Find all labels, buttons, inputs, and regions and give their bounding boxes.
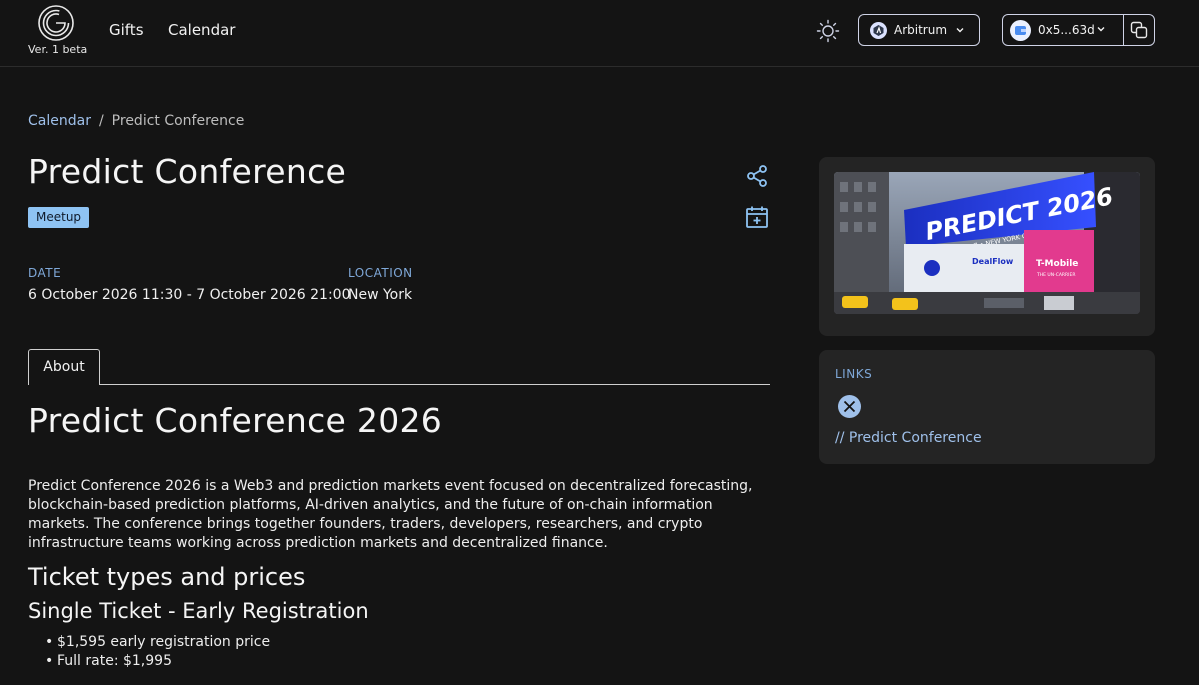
- about-title: Predict Conference 2026: [28, 401, 443, 440]
- list-item: $1,595 early registration price: [45, 633, 270, 652]
- version-label: Ver. 1 beta: [28, 43, 88, 56]
- ticket-type-heading: Single Ticket - Early Registration: [28, 599, 369, 623]
- event-image-card: PREDICT 2026 OCTOBER 6-7 • NEW YORK CITY…: [819, 157, 1155, 336]
- tab-about[interactable]: About: [28, 349, 100, 385]
- add-to-calendar-icon[interactable]: [745, 205, 769, 229]
- screen-text: DealFlow: [972, 257, 1014, 266]
- links-card: LINKS // Predict Conference: [819, 350, 1155, 464]
- logo-icon[interactable]: [37, 4, 75, 42]
- breadcrumb: Calendar / Predict Conference: [28, 113, 244, 129]
- wallet-button[interactable]: 0x5...63d: [1003, 15, 1123, 45]
- network-selector-button[interactable]: Arbitrum: [858, 14, 980, 46]
- wallet-divider: [1123, 15, 1124, 45]
- nav-gifts[interactable]: Gifts: [109, 21, 144, 39]
- predict-conference-link[interactable]: // Predict Conference: [835, 430, 982, 446]
- about-description: Predict Conference 2026 is a Web3 and pr…: [28, 478, 753, 551]
- price-list: $1,595 early registration price Full rat…: [45, 633, 270, 671]
- wallet-group: 0x5...63d: [1002, 14, 1155, 46]
- sun-icon[interactable]: [816, 19, 840, 43]
- breadcrumb-current: Predict Conference: [111, 113, 245, 129]
- tab-divider: [28, 384, 770, 385]
- list-item: Full rate: $1,995: [45, 652, 270, 671]
- copy-icon[interactable]: [1129, 20, 1149, 40]
- nav-calendar[interactable]: Calendar: [168, 21, 235, 39]
- tickets-heading: Ticket types and prices: [28, 563, 306, 591]
- chevron-down-icon: [1097, 27, 1105, 32]
- ad-brand: T-Mobile: [1036, 259, 1078, 269]
- chevron-down-icon: [956, 28, 964, 33]
- event-image: PREDICT 2026 OCTOBER 6-7 • NEW YORK CITY…: [834, 172, 1140, 314]
- date-label: DATE: [28, 266, 62, 280]
- share-icon[interactable]: [745, 164, 769, 188]
- date-value: 6 October 2026 11:30 - 7 October 2026 21…: [28, 287, 351, 303]
- arbitrum-icon: [870, 21, 887, 39]
- wallet-avatar-icon: [1010, 19, 1031, 41]
- location-label: LOCATION: [348, 266, 413, 280]
- location-value: New York: [348, 287, 413, 303]
- network-label: Arbitrum: [894, 23, 948, 37]
- breadcrumb-calendar-link[interactable]: Calendar: [28, 113, 91, 129]
- x-icon[interactable]: [838, 395, 861, 418]
- breadcrumb-separator: /: [98, 113, 104, 129]
- wallet-address: 0x5...63d: [1038, 23, 1095, 37]
- top-header: Ver. 1 beta Gifts Calendar Arbitrum 0x5.…: [0, 0, 1199, 67]
- event-type-badge: Meetup: [28, 207, 90, 228]
- ad-subtitle: THE UN-CARRIER: [1036, 272, 1075, 278]
- links-label: LINKS: [835, 367, 873, 381]
- page-title: Predict Conference: [28, 152, 347, 191]
